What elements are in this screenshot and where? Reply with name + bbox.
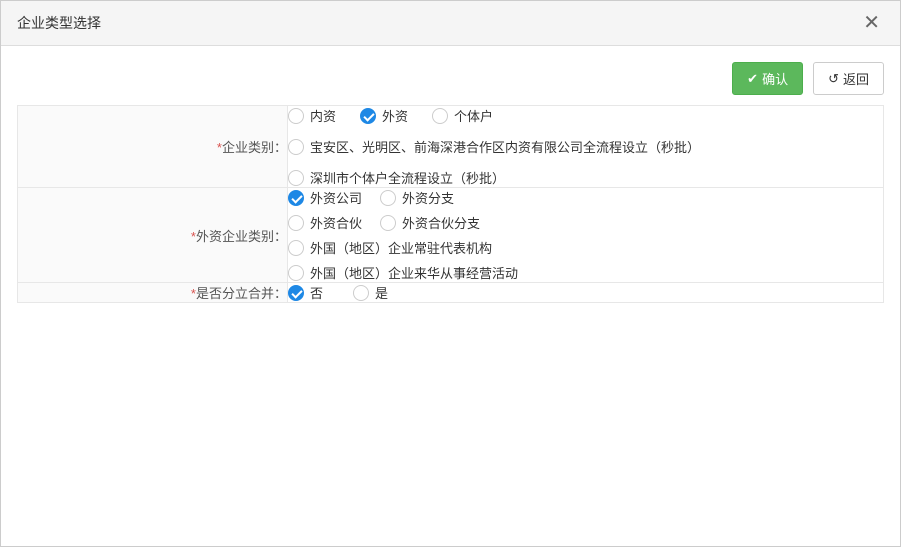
radio-baoan-flow[interactable]: 宝安区、光明区、前海深港合作区内资有限公司全流程设立（秒批）	[288, 137, 883, 156]
confirm-button-label: 确认	[762, 69, 788, 88]
radio-foreign-business-activity[interactable]: 外国（地区）企业来华从事经营活动	[288, 263, 883, 282]
radio-label: 内资	[310, 106, 336, 125]
radio-icon	[288, 190, 304, 206]
row1-label: 企业类别：	[222, 140, 287, 155]
radio-icon	[288, 265, 304, 281]
form-row-split-merge: *是否分立合并： 否 是	[18, 283, 884, 303]
radio-foreign-branch[interactable]: 外资分支	[380, 188, 454, 207]
radio-label: 个体户	[454, 106, 493, 125]
value-cell: 外资公司 外资分支 外资合伙	[288, 188, 884, 283]
radio-label: 外国（地区）企业常驻代表机构	[310, 238, 492, 257]
label-cell: *企业类别：	[18, 106, 288, 188]
action-bar: ✔ 确认 ↺ 返回	[1, 46, 900, 105]
radio-no[interactable]: 否	[288, 283, 323, 302]
radio-label: 外国（地区）企业来华从事经营活动	[310, 263, 518, 282]
radio-label: 外资分支	[402, 188, 454, 207]
radio-label: 宝安区、光明区、前海深港合作区内资有限公司全流程设立（秒批）	[310, 137, 700, 156]
radio-icon	[380, 190, 396, 206]
radio-label: 外资合伙分支	[402, 213, 480, 232]
radio-foreign-partnership[interactable]: 外资合伙	[288, 213, 362, 232]
modal-title: 企业类型选择	[17, 13, 101, 33]
radio-icon	[288, 240, 304, 256]
radio-label: 外资合伙	[310, 213, 362, 232]
form-row-enterprise-category: *企业类别： 内资 外资	[18, 106, 884, 188]
radio-shenzhen-individual-flow[interactable]: 深圳市个体户全流程设立（秒批）	[288, 168, 883, 187]
radio-label: 否	[310, 283, 323, 302]
back-button-label: 返回	[843, 69, 869, 88]
radio-icon	[380, 215, 396, 231]
radio-foreign-partnership-branch[interactable]: 外资合伙分支	[380, 213, 480, 232]
form-table: *企业类别： 内资 外资	[17, 105, 884, 303]
radio-icon	[288, 170, 304, 186]
back-button[interactable]: ↺ 返回	[813, 62, 884, 95]
radio-icon	[288, 215, 304, 231]
value-cell: 内资 外资 个体户	[288, 106, 884, 188]
row3-label: 是否分立合并：	[196, 286, 287, 301]
close-button[interactable]: ✕	[859, 13, 884, 33]
radio-label: 深圳市个体户全流程设立（秒批）	[310, 168, 505, 187]
radio-domestic[interactable]: 内资	[288, 106, 336, 125]
radio-label: 外资	[382, 106, 408, 125]
radio-icon	[288, 285, 304, 301]
value-cell: 否 是	[288, 283, 884, 303]
radio-label: 外资公司	[310, 188, 362, 207]
radio-icon	[353, 285, 369, 301]
check-icon: ✔	[747, 72, 758, 85]
radio-icon	[288, 108, 304, 124]
radio-foreign-rep-office[interactable]: 外国（地区）企业常驻代表机构	[288, 238, 883, 257]
undo-icon: ↺	[828, 72, 839, 85]
form-content: *企业类别： 内资 外资	[1, 105, 900, 319]
radio-icon	[432, 108, 448, 124]
modal-header: 企业类型选择 ✕	[1, 1, 900, 46]
row2-label: 外资企业类别：	[196, 229, 287, 244]
label-cell: *外资企业类别：	[18, 188, 288, 283]
form-row-foreign-enterprise-category: *外资企业类别： 外资公司 外资分支	[18, 188, 884, 283]
radio-icon	[288, 139, 304, 155]
radio-icon	[360, 108, 376, 124]
confirm-button[interactable]: ✔ 确认	[732, 62, 803, 95]
radio-label: 是	[375, 283, 388, 302]
close-icon: ✕	[863, 13, 880, 33]
radio-foreign[interactable]: 外资	[360, 106, 408, 125]
label-cell: *是否分立合并：	[18, 283, 288, 303]
radio-individual[interactable]: 个体户	[432, 106, 493, 125]
radio-foreign-company[interactable]: 外资公司	[288, 188, 362, 207]
radio-yes[interactable]: 是	[353, 283, 388, 302]
